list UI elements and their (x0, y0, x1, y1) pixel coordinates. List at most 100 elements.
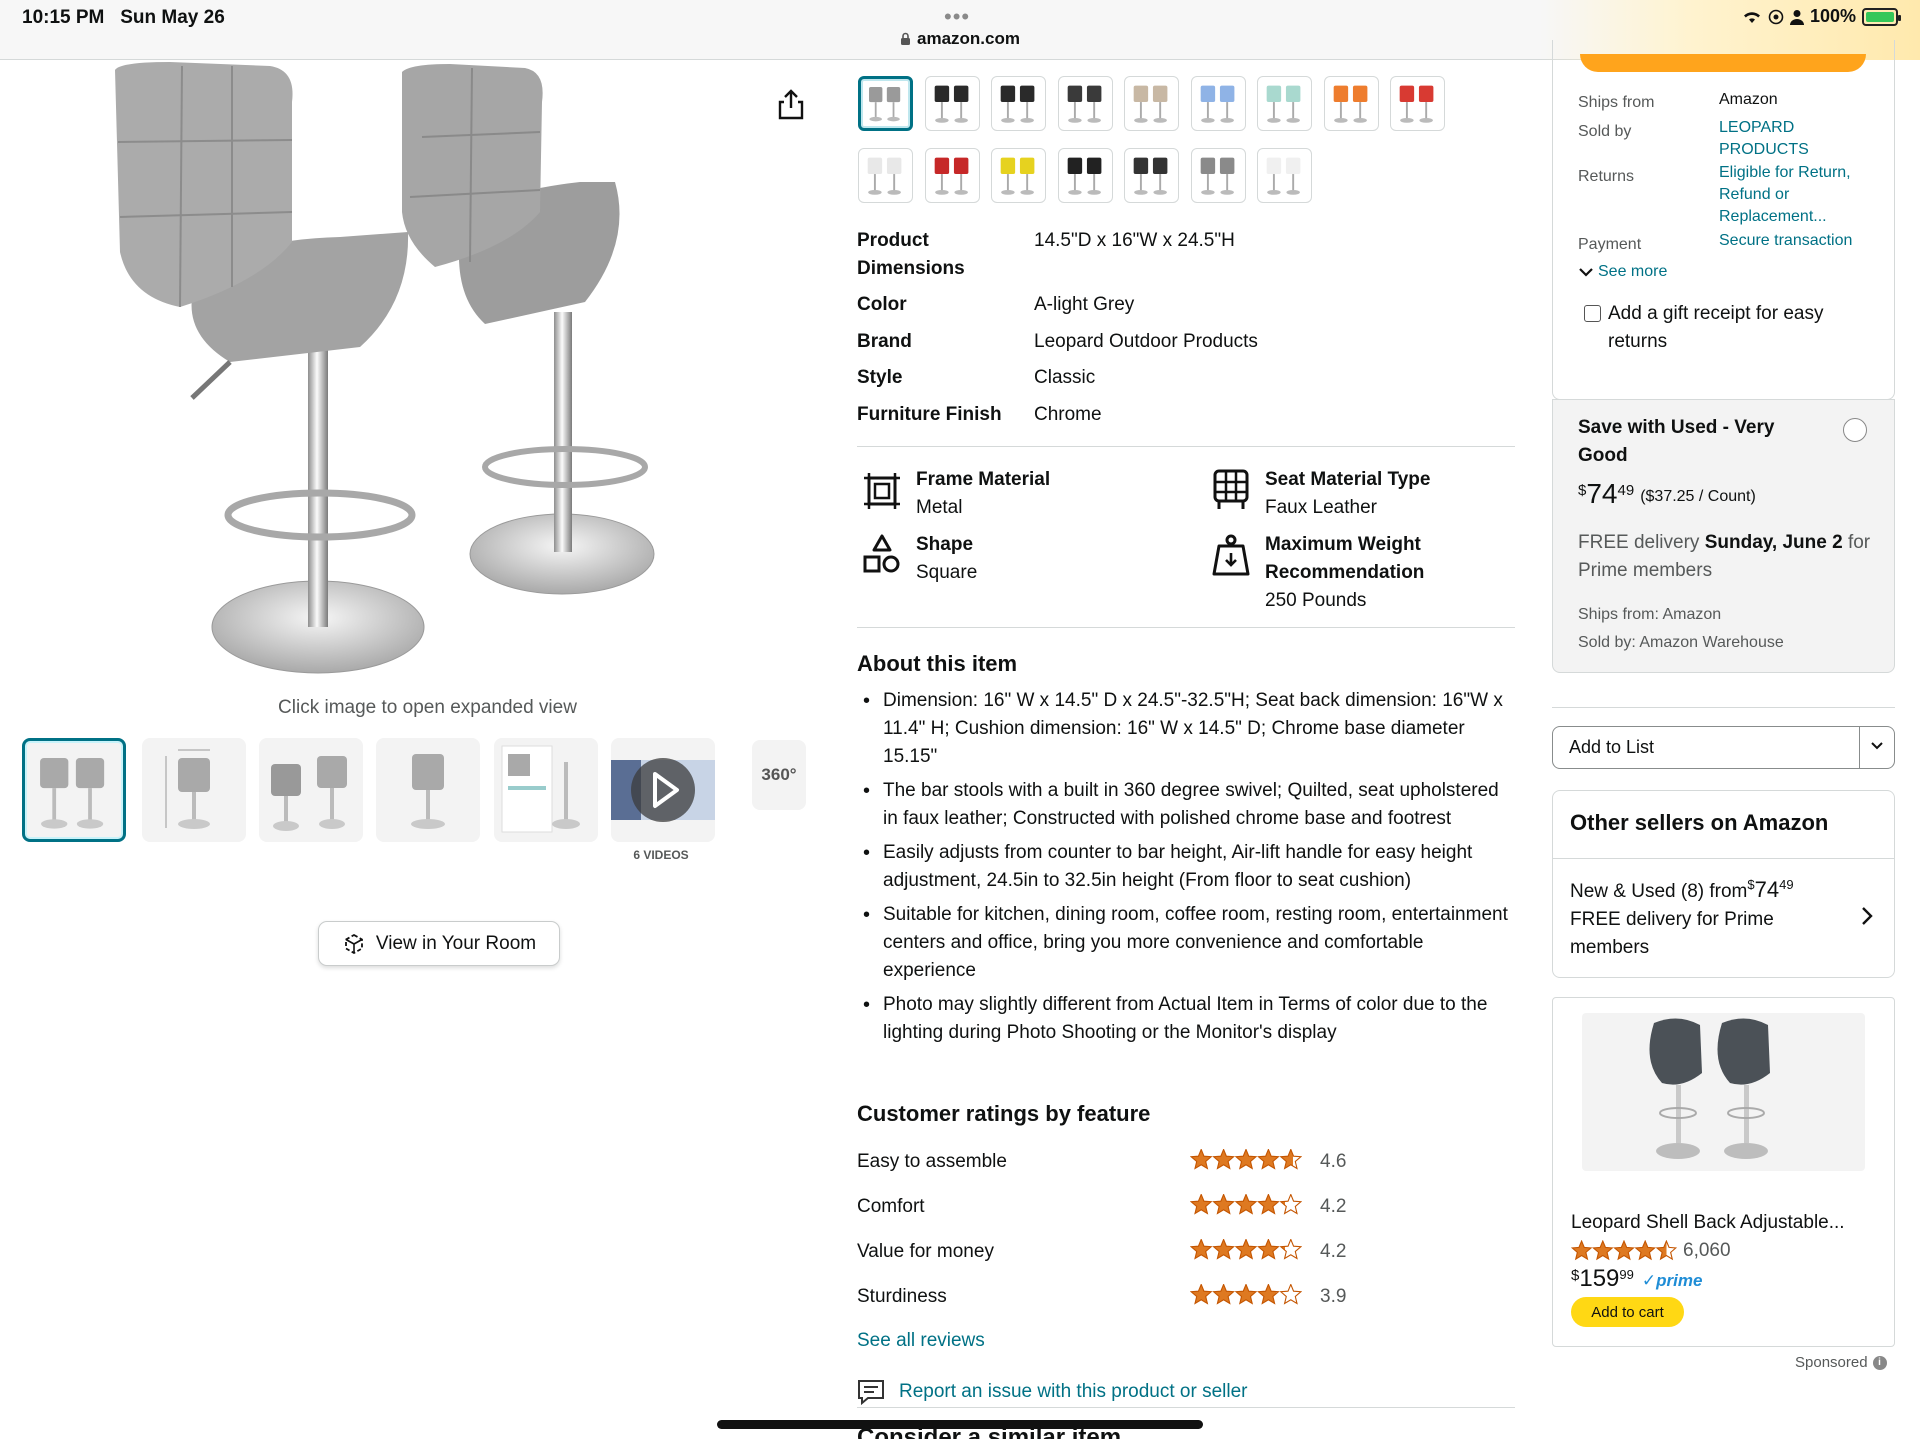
add-to-list-button[interactable]: Add to List (1552, 726, 1895, 769)
gift-receipt-option[interactable]: Add a gift receipt for easy returns (1584, 300, 1884, 356)
color-swatch[interactable] (1057, 76, 1113, 131)
swatch-stool-image (1067, 85, 1101, 123)
spec-value-color: A-light Grey (1034, 294, 1135, 315)
chevron-down-icon (1579, 268, 1593, 277)
view-360-icon[interactable]: 360° (752, 740, 806, 810)
color-swatch[interactable] (1124, 148, 1179, 203)
star-icon (1257, 1194, 1280, 1215)
feature-value-seat: Faux Leather (1265, 497, 1377, 518)
thumbnail-1[interactable] (22, 738, 126, 842)
feature-value-weight: 250 Pounds (1265, 590, 1367, 611)
ad-product-image[interactable] (1582, 1013, 1865, 1171)
swatch-stool-image (934, 157, 968, 195)
swatch-stool-image (1266, 157, 1301, 195)
share-icon[interactable] (776, 88, 806, 120)
sold-by-link[interactable]: LEOPARD PRODUCTS (1719, 117, 1859, 161)
thumbnail-3[interactable] (259, 738, 363, 842)
color-swatch[interactable] (1323, 76, 1379, 131)
star-icon (1279, 1284, 1302, 1305)
color-swatch[interactable] (924, 76, 980, 131)
main-product-image[interactable] (110, 62, 730, 687)
rating-label-value: Value for money (857, 1241, 994, 1262)
returns-link[interactable]: Eligible for Return, Refund or Replaceme… (1719, 162, 1889, 228)
price-whole: 74 (1586, 478, 1618, 509)
swatch-stool-image (1200, 157, 1234, 195)
color-swatch[interactable] (991, 148, 1046, 203)
other-sellers-delivery: FREE delivery for Prime members (1570, 909, 1774, 958)
see-more-link[interactable]: See more (1578, 263, 1667, 281)
address-bar[interactable]: amazon.com (900, 29, 1020, 49)
spec-value-finish: Chrome (1034, 404, 1102, 425)
color-swatch[interactable] (858, 148, 913, 203)
color-swatch[interactable] (1257, 76, 1312, 131)
add-to-cart-button[interactable]: Add to cart (1571, 1297, 1684, 1327)
used-price: $ 74 49 ($37.25 / Count) (1578, 478, 1756, 510)
about-item: Suitable for kitchen, dining room, coffe… (857, 901, 1517, 985)
offer-prefix: New & Used (8) from (1570, 881, 1748, 902)
home-indicator[interactable] (717, 1420, 1203, 1429)
feature-value-shape: Square (916, 562, 978, 583)
feature-title-frame: Frame Material (916, 469, 1051, 490)
report-issue-link[interactable]: Report an issue with this product or sel… (857, 1379, 1248, 1405)
angle-thumb-image (271, 756, 347, 831)
thumbnail-2[interactable] (142, 738, 246, 842)
video-thumbnail[interactable] (611, 738, 715, 842)
time-text: 10:15 PM (22, 7, 105, 28)
chevron-right-icon[interactable] (1860, 906, 1874, 926)
ad-product-title[interactable]: Leopard Shell Back Adjustable... (1571, 1212, 1881, 1234)
view-in-room-button[interactable]: View in Your Room (318, 921, 560, 966)
other-sellers-offer: New & Used (8) from $ 74 49 (1570, 877, 1794, 903)
color-swatch[interactable] (858, 76, 913, 131)
color-swatch[interactable] (1190, 76, 1246, 131)
sponsored-label[interactable]: Sponsored i (1795, 1354, 1887, 1371)
gift-receipt-label: Add a gift receipt for easy returns (1608, 303, 1824, 352)
star-icon (1234, 1194, 1258, 1215)
swatch-stool-image (1133, 157, 1168, 195)
see-all-reviews-link[interactable]: See all reviews (857, 1330, 985, 1352)
color-swatch[interactable] (991, 76, 1046, 131)
shape-icon (863, 534, 900, 573)
see-more-label: See more (1598, 263, 1668, 280)
color-swatch[interactable] (1257, 148, 1312, 203)
color-swatch[interactable] (1124, 76, 1179, 131)
color-swatch[interactable] (924, 148, 980, 203)
multitask-dots-icon[interactable]: ••• (944, 4, 970, 30)
star-icon (1279, 1194, 1302, 1215)
report-issue-label: Report an issue with this product or sel… (899, 1381, 1248, 1402)
star-icon (1257, 1239, 1280, 1260)
price-fraction: 49 (1779, 877, 1794, 892)
feature-title-seat: Seat Material Type (1265, 469, 1431, 490)
gift-receipt-checkbox[interactable] (1584, 305, 1601, 322)
price-whole: 159 (1579, 1265, 1620, 1292)
buy-now-button[interactable] (1580, 54, 1866, 72)
divider (857, 446, 1515, 447)
color-swatch[interactable] (1057, 148, 1113, 203)
rating-label-sturdiness: Sturdiness (857, 1286, 947, 1307)
thumbnail-4[interactable] (376, 738, 480, 842)
prime-label: prime (1656, 1271, 1703, 1290)
location-icon (1768, 9, 1784, 24)
sponsored-text: Sponsored (1795, 1354, 1868, 1371)
used-offer-radio[interactable] (1843, 418, 1867, 442)
ad-rating[interactable]: 6,060 (1571, 1240, 1731, 1262)
chevron-down-icon[interactable] (1870, 739, 1884, 753)
status-time: 10:15 PM Sun May 26 (22, 7, 225, 29)
star-icon (1571, 1240, 1593, 1261)
thumbnail-5[interactable] (494, 738, 598, 842)
price-symbol: $ (1571, 1267, 1580, 1284)
star-icon (1212, 1239, 1235, 1260)
payment-link[interactable]: Secure transaction (1719, 230, 1889, 252)
person-icon (1789, 9, 1804, 25)
spec-value-style: Classic (1034, 367, 1096, 388)
dimension-thumb-image (165, 749, 210, 829)
about-list: Dimension: 16" W x 14.5" D x 24.5"-32.5"… (857, 687, 1517, 1053)
ad-price: $ 159 99 ✓prime (1571, 1265, 1702, 1293)
rating-label-comfort: Comfort (857, 1196, 925, 1217)
ships-from-label: Ships from (1578, 94, 1655, 111)
color-swatch[interactable] (1190, 148, 1246, 203)
info-icon[interactable]: i (1872, 1355, 1887, 1370)
infographic-thumb-image (501, 745, 580, 833)
swatch-stool-image (1067, 157, 1101, 195)
used-delivery-text: FREE delivery Sunday, June 2 for Prime m… (1578, 529, 1878, 585)
color-swatch[interactable] (1390, 76, 1445, 131)
